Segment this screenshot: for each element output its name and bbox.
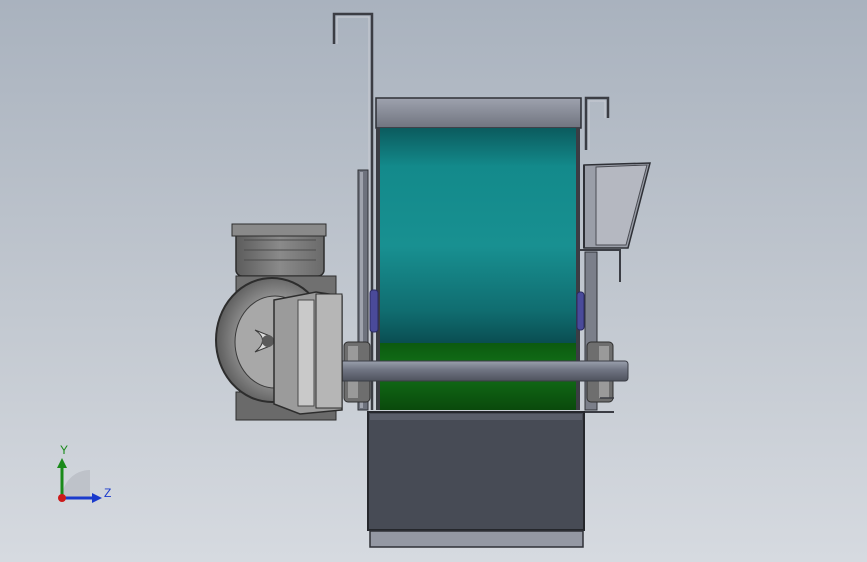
left-bearing-ring bbox=[369, 289, 379, 333]
top-cover bbox=[375, 97, 582, 129]
discharge-hopper bbox=[367, 411, 585, 531]
base-plate bbox=[369, 530, 584, 548]
right-bearing-ring bbox=[576, 291, 585, 331]
triad-graphic bbox=[57, 458, 102, 503]
gearbox bbox=[273, 291, 343, 415]
y-axis-label: Y bbox=[60, 443, 69, 457]
main-shaft bbox=[324, 360, 629, 382]
drum-separator-model[interactable] bbox=[0, 0, 867, 562]
origin-dot bbox=[58, 494, 66, 502]
cad-viewport[interactable]: Y Z bbox=[0, 0, 867, 562]
z-axis-label: Z bbox=[104, 486, 112, 500]
coordinate-triad: Y Z bbox=[40, 440, 130, 515]
drum-teal-section bbox=[379, 128, 577, 343]
